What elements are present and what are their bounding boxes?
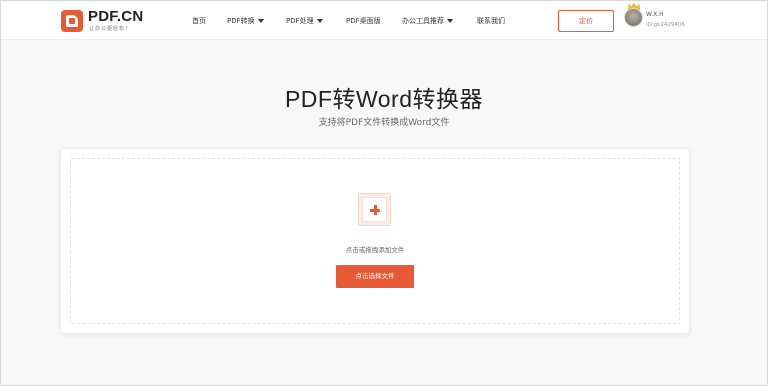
nav-item-contact[interactable]: 联系我们 bbox=[477, 16, 505, 26]
pdf-logo-icon[interactable] bbox=[61, 10, 83, 32]
user-name[interactable]: W.X.H bbox=[646, 11, 664, 18]
caret-down-icon bbox=[447, 19, 453, 23]
user-avatar[interactable] bbox=[624, 8, 643, 27]
add-file-plus-icon[interactable] bbox=[358, 193, 391, 226]
nav-item-label: 办公工具推荐 bbox=[402, 17, 444, 25]
nav-item-home[interactable]: 首页 bbox=[192, 16, 206, 26]
nav-item-pdf-desktop[interactable]: PDF桌面版 bbox=[346, 16, 381, 26]
page-title: PDF转Word转换器 bbox=[284, 86, 484, 112]
nav-item-office-tools[interactable]: 办公工具推荐 bbox=[402, 16, 453, 26]
nav-item-label: PDF处理 bbox=[286, 17, 314, 25]
nav-item-pdf-process[interactable]: PDF处理 bbox=[286, 16, 323, 26]
page-subtitle: 支持将PDF文件转换成Word文件 bbox=[318, 118, 450, 128]
nav-item-label: PDF转换 bbox=[227, 17, 255, 25]
drop-hint-text: 点击或拖拽添加文件 bbox=[345, 246, 405, 254]
brand-logo-text[interactable]: PDF.CN bbox=[88, 8, 143, 25]
nav-item-label: PDF桌面版 bbox=[346, 17, 381, 25]
nav-item-label: 首页 bbox=[192, 17, 206, 25]
select-file-button[interactable]: 点击选择文件 bbox=[336, 265, 414, 288]
pricing-button[interactable]: 定价 bbox=[558, 10, 614, 32]
caret-down-icon bbox=[316, 19, 323, 23]
nav-item-label: 联系我们 bbox=[477, 17, 505, 25]
brand-slogan: 让办公更轻松！ bbox=[89, 26, 132, 32]
caret-down-icon bbox=[257, 19, 264, 23]
nav-item-pdf-convert[interactable]: PDF转换 bbox=[227, 16, 264, 26]
user-id: ID:gk2429406 bbox=[646, 22, 685, 28]
file-drop-zone[interactable] bbox=[70, 158, 680, 324]
